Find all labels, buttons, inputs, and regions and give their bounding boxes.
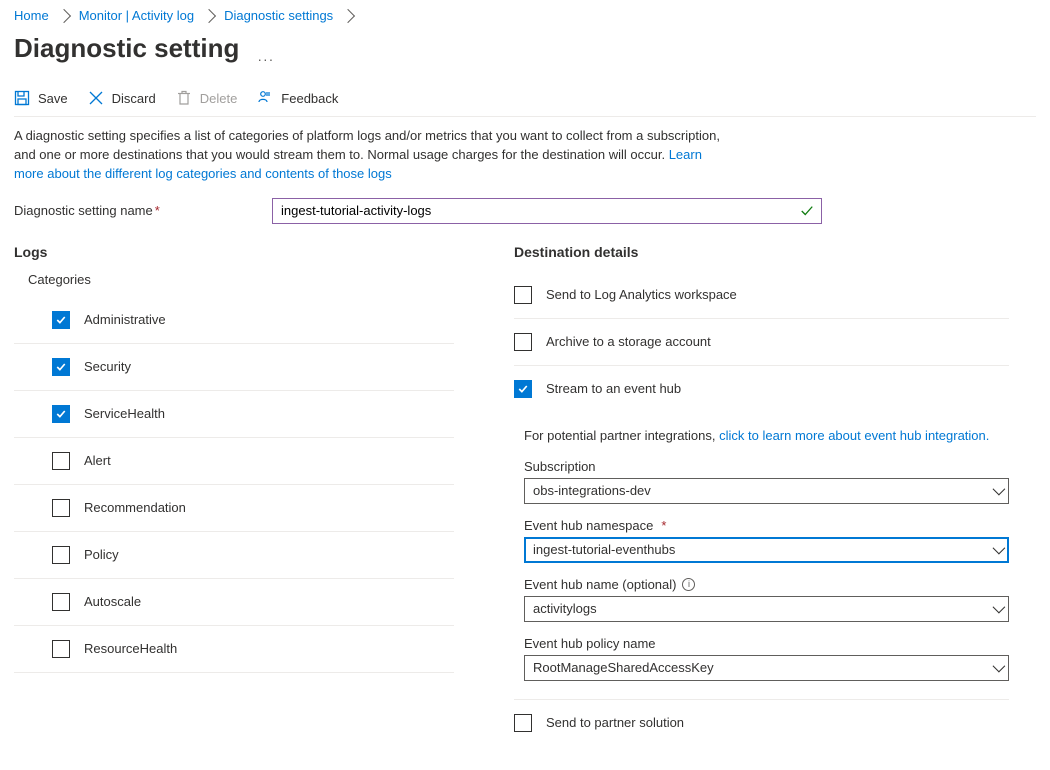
category-checkbox-administrative[interactable] (52, 311, 70, 329)
chevron-right-icon (57, 8, 71, 22)
setting-name-input[interactable] (272, 198, 822, 224)
chevron-right-icon (202, 8, 216, 22)
dest-eventhub-label: Stream to an event hub (546, 381, 681, 396)
category-label: Policy (84, 547, 119, 562)
discard-label: Discard (112, 91, 156, 106)
category-row-security: Security (14, 344, 454, 391)
hubname-label: Event hub name (optional) i (524, 577, 1009, 592)
category-row-recommendation: Recommendation (14, 485, 454, 532)
dest-archive-label: Archive to a storage account (546, 334, 711, 349)
breadcrumb-diagnostic-settings[interactable]: Diagnostic settings (224, 8, 333, 23)
category-checkbox-policy[interactable] (52, 546, 70, 564)
policy-value: RootManageSharedAccessKey (533, 660, 714, 675)
page-title: Diagnostic setting (14, 33, 239, 64)
category-checkbox-autoscale[interactable] (52, 593, 70, 611)
destination-heading: Destination details (514, 244, 1009, 260)
feedback-label: Feedback (281, 91, 338, 106)
chevron-down-icon (993, 483, 1006, 496)
breadcrumb-home[interactable]: Home (14, 8, 49, 23)
breadcrumb: Home Monitor | Activity log Diagnostic s… (14, 8, 1036, 23)
save-button[interactable]: Save (14, 90, 68, 106)
category-label: Autoscale (84, 594, 141, 609)
setting-name-label: Diagnostic setting name* (14, 203, 254, 218)
category-label: ServiceHealth (84, 406, 165, 421)
feedback-button[interactable]: Feedback (257, 90, 338, 106)
category-checkbox-servicehealth[interactable] (52, 405, 70, 423)
dest-partner-label: Send to partner solution (546, 715, 684, 730)
dest-eventhub-row: Stream to an event hub (514, 366, 1009, 412)
info-icon[interactable]: i (682, 578, 695, 591)
description-body: A diagnostic setting specifies a list of… (14, 128, 720, 162)
valid-check-icon (800, 204, 814, 218)
close-icon (88, 90, 104, 106)
command-bar: Save Discard Delete (14, 86, 1036, 117)
subscription-label: Subscription (524, 459, 1009, 474)
subscription-select[interactable]: obs-integrations-dev (524, 478, 1009, 504)
category-checkbox-security[interactable] (52, 358, 70, 376)
dest-archive-checkbox[interactable] (514, 333, 532, 351)
chevron-down-icon (993, 660, 1006, 673)
category-checkbox-recommendation[interactable] (52, 499, 70, 517)
chevron-down-icon (993, 601, 1006, 614)
save-icon (14, 90, 30, 106)
delete-button: Delete (176, 90, 238, 106)
dest-partner-row: Send to partner solution (514, 700, 1009, 746)
namespace-value: ingest-tutorial-eventhubs (533, 542, 675, 557)
eventhub-note-link[interactable]: click to learn more about event hub inte… (719, 428, 989, 443)
categories-label: Categories (28, 272, 454, 287)
more-menu-button[interactable]: ··· (257, 51, 274, 67)
dest-log-analytics-label: Send to Log Analytics workspace (546, 287, 737, 302)
category-row-resourcehealth: ResourceHealth (14, 626, 454, 673)
discard-button[interactable]: Discard (88, 90, 156, 106)
category-label: Recommendation (84, 500, 186, 515)
category-label: Alert (84, 453, 111, 468)
policy-select[interactable]: RootManageSharedAccessKey (524, 655, 1009, 681)
category-checkbox-alert[interactable] (52, 452, 70, 470)
feedback-icon (257, 90, 273, 106)
policy-label: Event hub policy name (524, 636, 1009, 651)
category-row-alert: Alert (14, 438, 454, 485)
chevron-right-icon (341, 8, 355, 22)
subscription-value: obs-integrations-dev (533, 483, 651, 498)
logs-heading: Logs (14, 244, 454, 260)
description-text: A diagnostic setting specifies a list of… (14, 127, 724, 184)
eventhub-note-text: For potential partner integrations, (524, 428, 719, 443)
save-label: Save (38, 91, 68, 106)
dest-log-analytics-row: Send to Log Analytics workspace (514, 272, 1009, 319)
category-label: Administrative (84, 312, 166, 327)
trash-icon (176, 90, 192, 106)
dest-archive-row: Archive to a storage account (514, 319, 1009, 366)
eventhub-details: For potential partner integrations, clic… (514, 412, 1009, 700)
breadcrumb-monitor[interactable]: Monitor | Activity log (79, 8, 194, 23)
namespace-label: Event hub namespace* (524, 518, 1009, 533)
delete-label: Delete (200, 91, 238, 106)
hubname-value: activitylogs (533, 601, 597, 616)
category-label: Security (84, 359, 131, 374)
category-row-autoscale: Autoscale (14, 579, 454, 626)
dest-eventhub-checkbox[interactable] (514, 380, 532, 398)
category-row-policy: Policy (14, 532, 454, 579)
category-checkbox-resourcehealth[interactable] (52, 640, 70, 658)
category-list: Administrative Security ServiceHealth Alert… (14, 297, 454, 673)
dest-partner-checkbox[interactable] (514, 714, 532, 732)
category-label: ResourceHealth (84, 641, 177, 656)
dest-log-analytics-checkbox[interactable] (514, 286, 532, 304)
destination-section: Destination details Send to Log Analytic… (514, 244, 1009, 746)
logs-section: Logs Categories Administrative Security Se… (14, 244, 454, 746)
namespace-select[interactable]: ingest-tutorial-eventhubs (524, 537, 1009, 563)
hubname-select[interactable]: activitylogs (524, 596, 1009, 622)
category-row-servicehealth: ServiceHealth (14, 391, 454, 438)
chevron-down-icon (993, 542, 1006, 555)
category-row-administrative: Administrative (14, 297, 454, 344)
